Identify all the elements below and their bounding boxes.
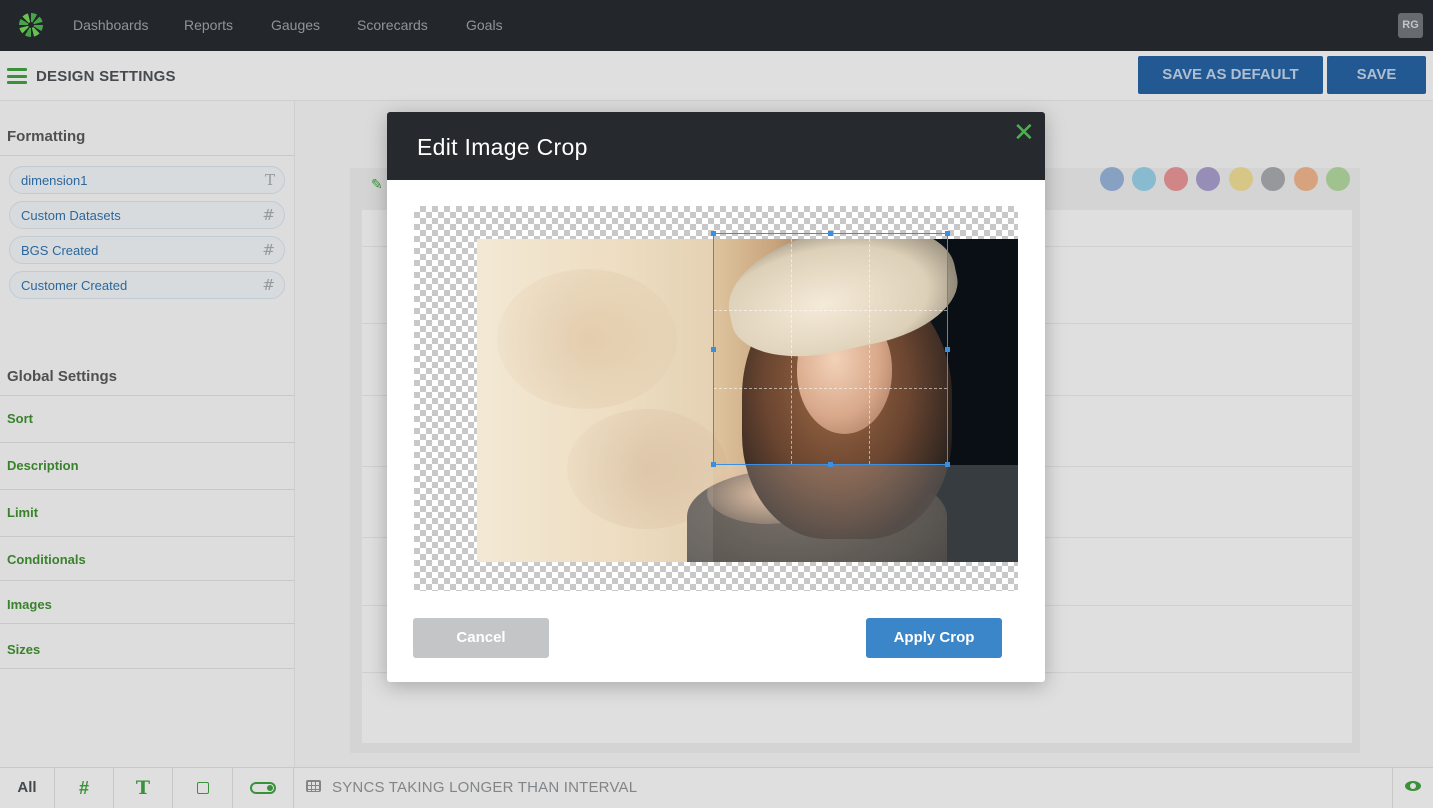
apply-crop-button[interactable]: Apply Crop (866, 618, 1002, 658)
crop-handle-nw[interactable] (711, 231, 716, 236)
crop-handle-n[interactable] (828, 231, 833, 236)
crop-handle-ne[interactable] (945, 231, 950, 236)
modal-title: Edit Image Crop (417, 134, 588, 160)
modal-header: Edit Image Crop ✕ (387, 112, 1045, 180)
crop-handle-e[interactable] (945, 347, 950, 352)
crop-handle-sw[interactable] (711, 462, 716, 467)
crop-handle-w[interactable] (711, 347, 716, 352)
cancel-button[interactable]: Cancel (413, 618, 549, 658)
edit-image-crop-modal: Edit Image Crop ✕ Cancel Apply Crop (387, 112, 1045, 682)
close-icon[interactable]: ✕ (1013, 118, 1035, 148)
crop-handle-se[interactable] (945, 462, 950, 467)
crop-canvas[interactable] (414, 206, 1018, 591)
crop-selection-box[interactable] (711, 231, 950, 467)
crop-mask (948, 239, 1018, 465)
crop-handle-s[interactable] (828, 462, 833, 467)
crop-mask (477, 239, 713, 562)
crop-mask (713, 465, 1018, 562)
